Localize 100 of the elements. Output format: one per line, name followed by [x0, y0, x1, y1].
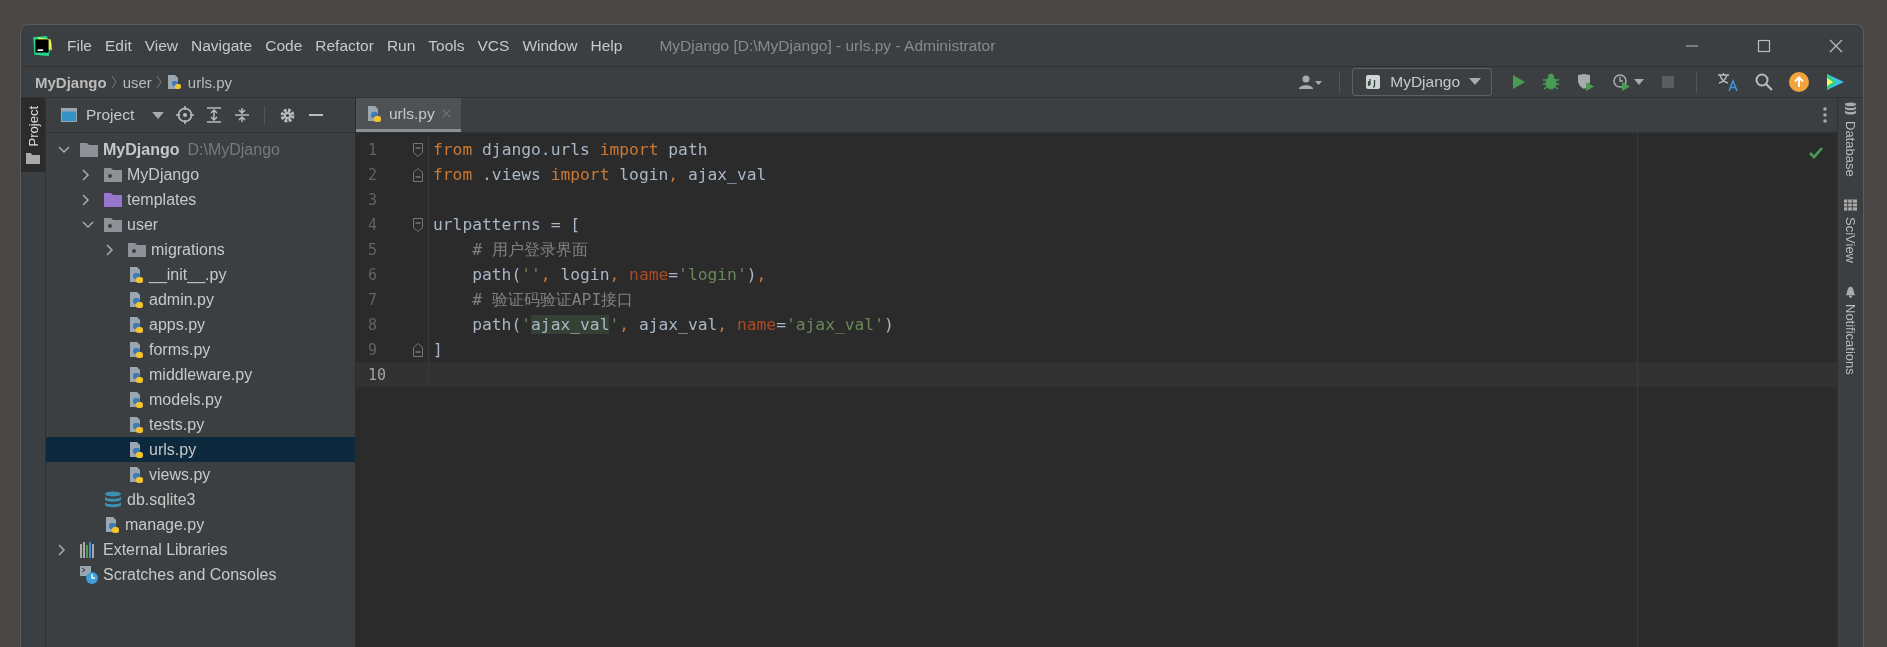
- tree-label: manage.py: [125, 515, 205, 534]
- tree-item[interactable]: admin.py: [46, 287, 355, 312]
- maximize-icon[interactable]: [1757, 38, 1771, 53]
- update-icon[interactable]: [1789, 72, 1809, 92]
- folder-icon: [104, 167, 122, 182]
- line-number: 10: [367, 365, 388, 384]
- code-line: ]: [433, 340, 443, 359]
- tree-item[interactable]: Scratches and Consoles: [46, 562, 355, 587]
- python-file-icon: [128, 365, 144, 384]
- menu-item[interactable]: Code: [265, 36, 303, 55]
- tree-label: migrations: [151, 240, 225, 259]
- shield-run-icon[interactable]: [1576, 73, 1596, 91]
- tree-label: __init__.py: [149, 265, 227, 284]
- search-icon[interactable]: [1755, 73, 1773, 91]
- line-number: 9: [367, 340, 379, 359]
- fold-icon[interactable]: [413, 217, 423, 232]
- crosshair-icon[interactable]: [176, 106, 195, 124]
- tree-label: External Libraries: [103, 540, 228, 559]
- python-file-icon: [128, 290, 144, 309]
- tree-item[interactable]: urls.py: [46, 437, 355, 462]
- caret-icon[interactable]: [152, 111, 165, 119]
- tree-item[interactable]: tests.py: [46, 412, 355, 437]
- menu-item[interactable]: Window: [522, 36, 578, 55]
- panel-title[interactable]: Project: [86, 106, 135, 124]
- folder-icon: [26, 152, 40, 165]
- tree-item[interactable]: migrations: [46, 237, 355, 262]
- menu-item[interactable]: File: [67, 36, 92, 55]
- settings-icon[interactable]: [279, 106, 297, 124]
- run-icon[interactable]: [1510, 74, 1526, 90]
- chevron-down-icon[interactable]: [58, 145, 70, 154]
- breadcrumb[interactable]: user: [122, 73, 152, 91]
- tree-item[interactable]: views.py: [46, 462, 355, 487]
- tool-window-tab[interactable]: SciView: [1843, 198, 1858, 263]
- menu-item[interactable]: Navigate: [191, 36, 253, 55]
- toolbox-logo-icon[interactable]: [1825, 72, 1845, 92]
- tree-item[interactable]: models.py: [46, 387, 355, 412]
- tool-window-tab[interactable]: Database: [1843, 102, 1858, 177]
- breadcrumb[interactable]: urls.py: [187, 73, 233, 91]
- menu-item[interactable]: Run: [386, 36, 416, 55]
- tree-item[interactable]: __init__.py: [46, 262, 355, 287]
- tree-item[interactable]: templates: [46, 187, 355, 212]
- tree-item[interactable]: MyDjango D:\MyDjango: [46, 137, 355, 162]
- tree-label: MyDjango: [127, 165, 200, 184]
- tree-label: urls.py: [149, 440, 197, 459]
- folder-icon: [128, 242, 146, 257]
- collapse-all-icon[interactable]: [234, 107, 251, 123]
- chevron-right-icon[interactable]: [106, 243, 114, 256]
- tree-item[interactable]: MyDjango: [46, 162, 355, 187]
- profiler-icon[interactable]: [1612, 73, 1644, 91]
- checkmark-icon: [1809, 147, 1823, 159]
- menu-item[interactable]: Tools: [428, 36, 465, 55]
- python-file-icon: [104, 515, 120, 534]
- run-configuration-dropdown[interactable]: MyDjango: [1352, 68, 1492, 96]
- pycharm-logo-icon: [31, 34, 53, 57]
- menu-item[interactable]: Help: [590, 36, 623, 55]
- tree-label: views.py: [149, 465, 211, 484]
- scratch-clock-icon: [80, 565, 98, 584]
- python-file-icon: [128, 440, 144, 459]
- fold-icon[interactable]: [413, 342, 423, 357]
- translate-icon[interactable]: [1717, 72, 1739, 92]
- code-line: urlpatterns = [: [433, 215, 581, 234]
- chevron-right-icon[interactable]: [82, 168, 90, 181]
- project-tool-tab[interactable]: Project: [21, 98, 45, 173]
- menu-item[interactable]: Edit: [105, 36, 132, 55]
- fold-icon[interactable]: [413, 142, 423, 157]
- expand-all-icon[interactable]: [206, 107, 223, 123]
- python-file-icon: [128, 315, 144, 334]
- code-line: from .views import login, ajax_val: [433, 165, 767, 184]
- tool-window-label: SciView: [1843, 216, 1858, 263]
- bug-icon[interactable]: [1542, 73, 1560, 91]
- python-file-icon: [128, 340, 144, 359]
- tree-label: templates: [127, 190, 197, 209]
- grid-icon: [1844, 198, 1857, 211]
- tool-window-tab[interactable]: Notifications: [1843, 284, 1858, 375]
- tree-item[interactable]: External Libraries: [46, 537, 355, 562]
- code-line: # 验证码验证API接口: [471, 288, 634, 311]
- chevron-down-icon[interactable]: [82, 220, 94, 229]
- fold-icon[interactable]: [413, 167, 423, 182]
- tree-item[interactable]: apps.py: [46, 312, 355, 337]
- tree-item[interactable]: user: [46, 212, 355, 237]
- chevron-right-icon[interactable]: [58, 543, 66, 556]
- chevron-right-icon[interactable]: [82, 193, 90, 206]
- more-icon[interactable]: [1823, 107, 1827, 123]
- user-icon[interactable]: [1299, 74, 1324, 90]
- tree-label: forms.py: [149, 340, 211, 359]
- file-tab[interactable]: urls.py: [356, 98, 461, 132]
- tree-item[interactable]: forms.py: [46, 337, 355, 362]
- tree-item[interactable]: manage.py: [46, 512, 355, 537]
- code-line: path('', login, name='login'),: [471, 265, 767, 284]
- code-line: path('ajax_val', ajax_val, name='ajax_val'): [471, 315, 894, 334]
- menu-item[interactable]: View: [144, 36, 179, 55]
- python-file-icon: [366, 104, 382, 123]
- close-icon[interactable]: [1829, 38, 1843, 53]
- menu-item[interactable]: VCS: [477, 36, 510, 55]
- breadcrumb[interactable]: MyDjango: [35, 73, 107, 91]
- tree-label: tests.py: [149, 415, 205, 434]
- chevron-icon: [110, 75, 117, 89]
- menu-item[interactable]: Refactor: [315, 36, 374, 55]
- tree-item[interactable]: middleware.py: [46, 362, 355, 387]
- tree-item[interactable]: db.sqlite3: [46, 487, 355, 512]
